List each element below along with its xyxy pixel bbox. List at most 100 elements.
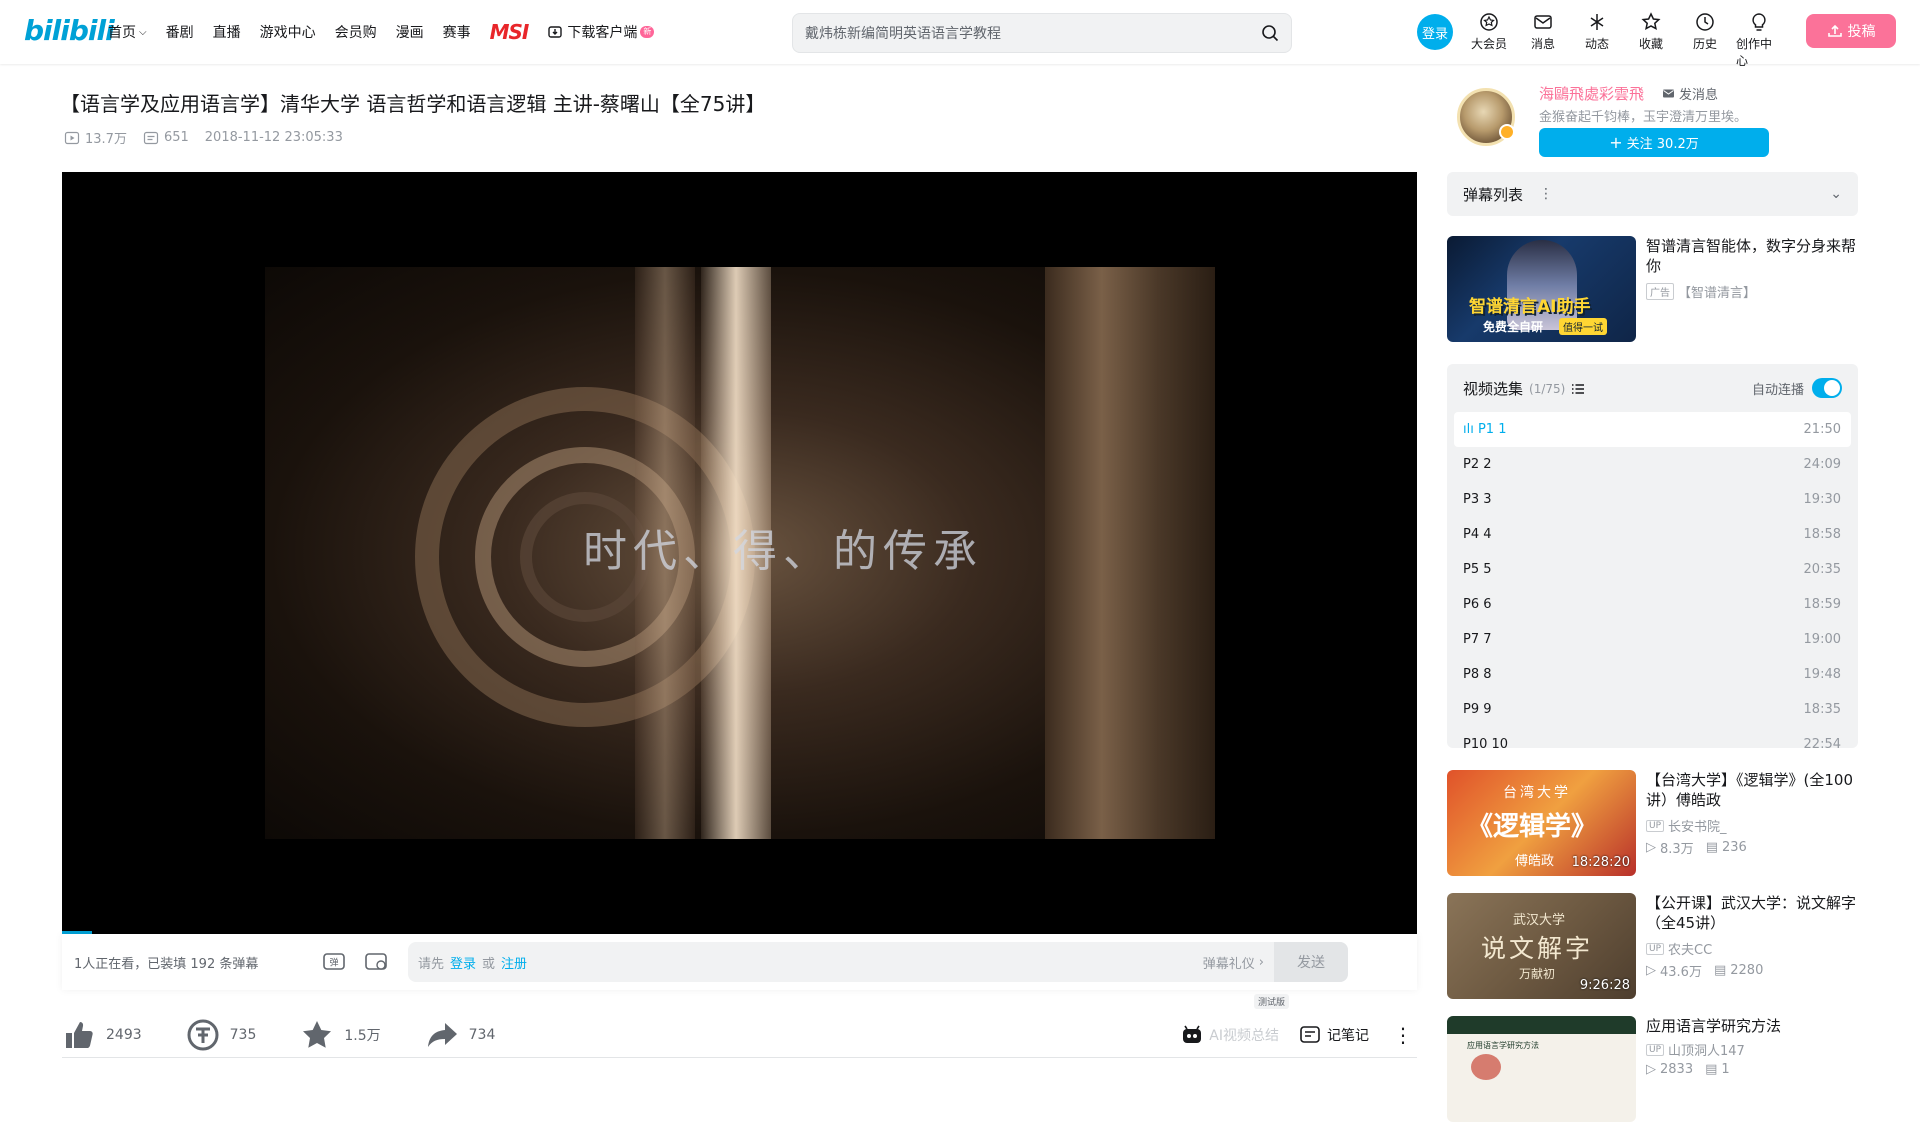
episode-item[interactable]: P6 6 18:59 bbox=[1454, 587, 1851, 622]
favorite-icon bbox=[1641, 12, 1661, 31]
favorite-button[interactable]: 1.5万 bbox=[300, 1018, 381, 1052]
recommendation-card[interactable]: 武汉大学 说文解字 万献初 9:26:28 【公开课】武汉大学：说文解字（全45… bbox=[1447, 893, 1858, 1001]
chevron-down-icon[interactable]: ⌄ bbox=[1830, 186, 1842, 202]
ad-title[interactable]: 智谱清言智能体，数字分身来帮你 bbox=[1646, 236, 1856, 276]
episode-item[interactable]: P9 9 18:35 bbox=[1454, 692, 1851, 727]
chevron-right-icon: › bbox=[1258, 954, 1264, 970]
header-message[interactable]: 消息 bbox=[1520, 12, 1566, 52]
search-input[interactable]: 戴炜栋新编简明英语语言学教程 bbox=[805, 23, 1261, 43]
download-client-link[interactable]: 下载客户端新 bbox=[547, 22, 655, 42]
episode-item[interactable]: P5 5 20:35 bbox=[1454, 552, 1851, 587]
coin-button[interactable]: 735 bbox=[186, 1018, 256, 1052]
play-count-icon: ▷ bbox=[1646, 1062, 1656, 1077]
dynamic-icon bbox=[1590, 14, 1604, 30]
play-count-icon bbox=[64, 131, 80, 144]
bilibili-logo[interactable]: bilibili bbox=[24, 14, 115, 47]
nav-live[interactable]: 直播 bbox=[213, 22, 241, 42]
register-link[interactable]: 注册 bbox=[501, 953, 527, 972]
episode-item[interactable]: P3 3 19:30 bbox=[1454, 482, 1851, 517]
notes-button[interactable]: 记笔记 bbox=[1299, 1024, 1369, 1046]
plus-icon: + bbox=[1609, 133, 1623, 152]
thumbs-up-icon bbox=[66, 1022, 93, 1048]
download-icon bbox=[548, 26, 563, 38]
episode-item[interactable]: P2 2 24:09 bbox=[1454, 447, 1851, 482]
main-nav: 首页 ⌵ 番剧 直播 游戏中心 会员购 漫画 赛事 MSI 下载客户端新 bbox=[108, 0, 673, 64]
send-danmaku-button[interactable]: 发送 bbox=[1274, 942, 1348, 982]
header-vip[interactable]: 大会员 bbox=[1466, 12, 1512, 52]
history-icon bbox=[1696, 13, 1714, 31]
share-icon bbox=[427, 1023, 457, 1047]
recommendation-thumbnail[interactable]: 武汉大学 说文解字 万献初 9:26:28 bbox=[1447, 893, 1636, 999]
chevron-down-icon: ⌵ bbox=[139, 26, 147, 38]
danmaku-count-icon: ▤ bbox=[1713, 963, 1727, 978]
login-link[interactable]: 登录 bbox=[450, 953, 476, 972]
danmaku-toggle-icon[interactable]: 弹 bbox=[322, 950, 346, 974]
danmaku-count-icon bbox=[143, 131, 159, 144]
upload-button[interactable]: 投稿 bbox=[1806, 14, 1896, 48]
video-meta: 13.7万 651 2018-11-12 23:05:33 bbox=[64, 128, 343, 147]
danmaku-count: 651 bbox=[143, 130, 189, 146]
search-box[interactable]: 戴炜栋新编简明英语语言学教程 bbox=[792, 13, 1292, 53]
notes-icon bbox=[1300, 1026, 1320, 1043]
ad-thumbnail[interactable]: 智谱清言AI助手 免费全自研 值得一试 bbox=[1447, 236, 1636, 342]
danmaku-count-icon: ▤ bbox=[1705, 1062, 1718, 1077]
new-badge: 新 bbox=[640, 26, 655, 38]
episode-item[interactable]: P10 10 22:54 bbox=[1454, 727, 1851, 748]
autoplay-toggle[interactable]: 自动连播 bbox=[1752, 378, 1842, 398]
video-player[interactable]: 时代、得、的传承 bbox=[62, 172, 1417, 934]
list-icon[interactable] bbox=[1571, 382, 1585, 396]
header-dynamic[interactable]: 动态 bbox=[1574, 12, 1620, 52]
episode-list: ılı P1 1 21:50 P2 2 24:09 P3 3 19:30 P4 4 18… bbox=[1454, 412, 1851, 748]
recommendation-up[interactable]: UP 长安书院_ bbox=[1646, 816, 1727, 835]
send-message-link[interactable]: 发消息 bbox=[1662, 84, 1718, 103]
episode-item[interactable]: P4 4 18:58 bbox=[1454, 517, 1851, 552]
share-button[interactable]: 734 bbox=[425, 1018, 495, 1052]
recommendation-title[interactable]: 【公开课】武汉大学：说文解字（全45讲） bbox=[1646, 893, 1858, 933]
danmaku-etiquette-link[interactable]: 弹幕礼仪 › bbox=[1203, 942, 1264, 982]
like-button[interactable]: 2493 bbox=[62, 1018, 142, 1052]
search-icon[interactable] bbox=[1261, 24, 1279, 42]
recommendation-title[interactable]: 应用语言学研究方法 bbox=[1646, 1016, 1858, 1036]
recommendation-card[interactable]: 应用语言学研究方法 应用语言学研究方法 UP 山顶洞人147 ▷ 2833 ▤ 1 bbox=[1447, 1016, 1858, 1124]
nav-manga[interactable]: 漫画 bbox=[396, 22, 424, 42]
header-history[interactable]: 历史 bbox=[1682, 12, 1728, 52]
header-creator-center[interactable]: 创作中心 bbox=[1736, 12, 1782, 69]
star-icon bbox=[303, 1021, 332, 1048]
nav-esports[interactable]: 赛事 bbox=[443, 22, 471, 42]
recommendation-thumbnail[interactable]: 应用语言学研究方法 bbox=[1447, 1016, 1636, 1122]
video-title: 【语言学及应用语言学】清华大学 语言哲学和语言逻辑 主讲-蔡曙山【全75讲】 bbox=[60, 92, 766, 116]
beta-badge: 测试版 bbox=[1254, 994, 1290, 1009]
danmaku-settings-icon[interactable] bbox=[364, 950, 388, 974]
header-favorite[interactable]: 收藏 bbox=[1628, 12, 1674, 52]
danmaku-list-header[interactable]: 弹幕列表 ⋮ ⌄ bbox=[1447, 172, 1858, 216]
recommendation-title[interactable]: 【台湾大学】《逻辑学》(全100讲）傅皓政 bbox=[1646, 770, 1858, 810]
play-count-icon: ▷ bbox=[1646, 963, 1656, 978]
vip-icon bbox=[1480, 13, 1498, 31]
up-tag-icon: UP bbox=[1646, 942, 1665, 955]
episode-item[interactable]: P8 8 19:48 bbox=[1454, 657, 1851, 692]
play-count-icon: ▷ bbox=[1646, 840, 1656, 855]
login-avatar-button[interactable]: 登录 bbox=[1417, 14, 1453, 50]
recommendation-card[interactable]: 台湾大学 《逻辑学》 傅皓政 18:28:20 【台湾大学】《逻辑学》(全100… bbox=[1447, 770, 1858, 878]
msi-event-link[interactable]: MSI bbox=[490, 20, 530, 44]
danmaku-input[interactable]: 请先 登录 或 注册 弹幕礼仪 › 发送 bbox=[408, 942, 1348, 982]
more-options-icon[interactable]: ⋮ bbox=[1389, 1023, 1417, 1047]
more-vertical-icon[interactable]: ⋮ bbox=[1539, 186, 1553, 202]
ai-summary-button[interactable]: AI视频总结 bbox=[1181, 1024, 1279, 1046]
nav-bangumi[interactable]: 番剧 bbox=[166, 22, 194, 42]
nav-game-center[interactable]: 游戏中心 bbox=[260, 22, 316, 42]
recommendation-thumbnail[interactable]: 台湾大学 《逻辑学》 傅皓政 18:28:20 bbox=[1447, 770, 1636, 876]
nav-mall[interactable]: 会员购 bbox=[335, 22, 377, 42]
autoplay-switch[interactable] bbox=[1812, 378, 1842, 398]
recommendation-up[interactable]: UP 山顶洞人147 bbox=[1646, 1040, 1745, 1059]
viewer-info: 1人正在看，已装填 192 条弹幕 bbox=[74, 956, 259, 972]
episode-item[interactable]: ılı P1 1 21:50 bbox=[1454, 412, 1851, 447]
uploader-name[interactable]: 海鷗飛處彩雲飛 bbox=[1539, 83, 1644, 104]
follow-button[interactable]: + 关注 30.2万 bbox=[1539, 128, 1769, 157]
nav-home[interactable]: 首页 ⌵ bbox=[108, 22, 147, 42]
episode-item[interactable]: P7 7 19:00 bbox=[1454, 622, 1851, 657]
episode-panel-title: 视频选集 (1/75) bbox=[1463, 378, 1585, 399]
recommendation-up[interactable]: UP 农夫CC bbox=[1646, 939, 1712, 958]
video-caption: 时代、得、的传承 bbox=[583, 526, 983, 577]
creator-icon bbox=[1752, 13, 1766, 31]
